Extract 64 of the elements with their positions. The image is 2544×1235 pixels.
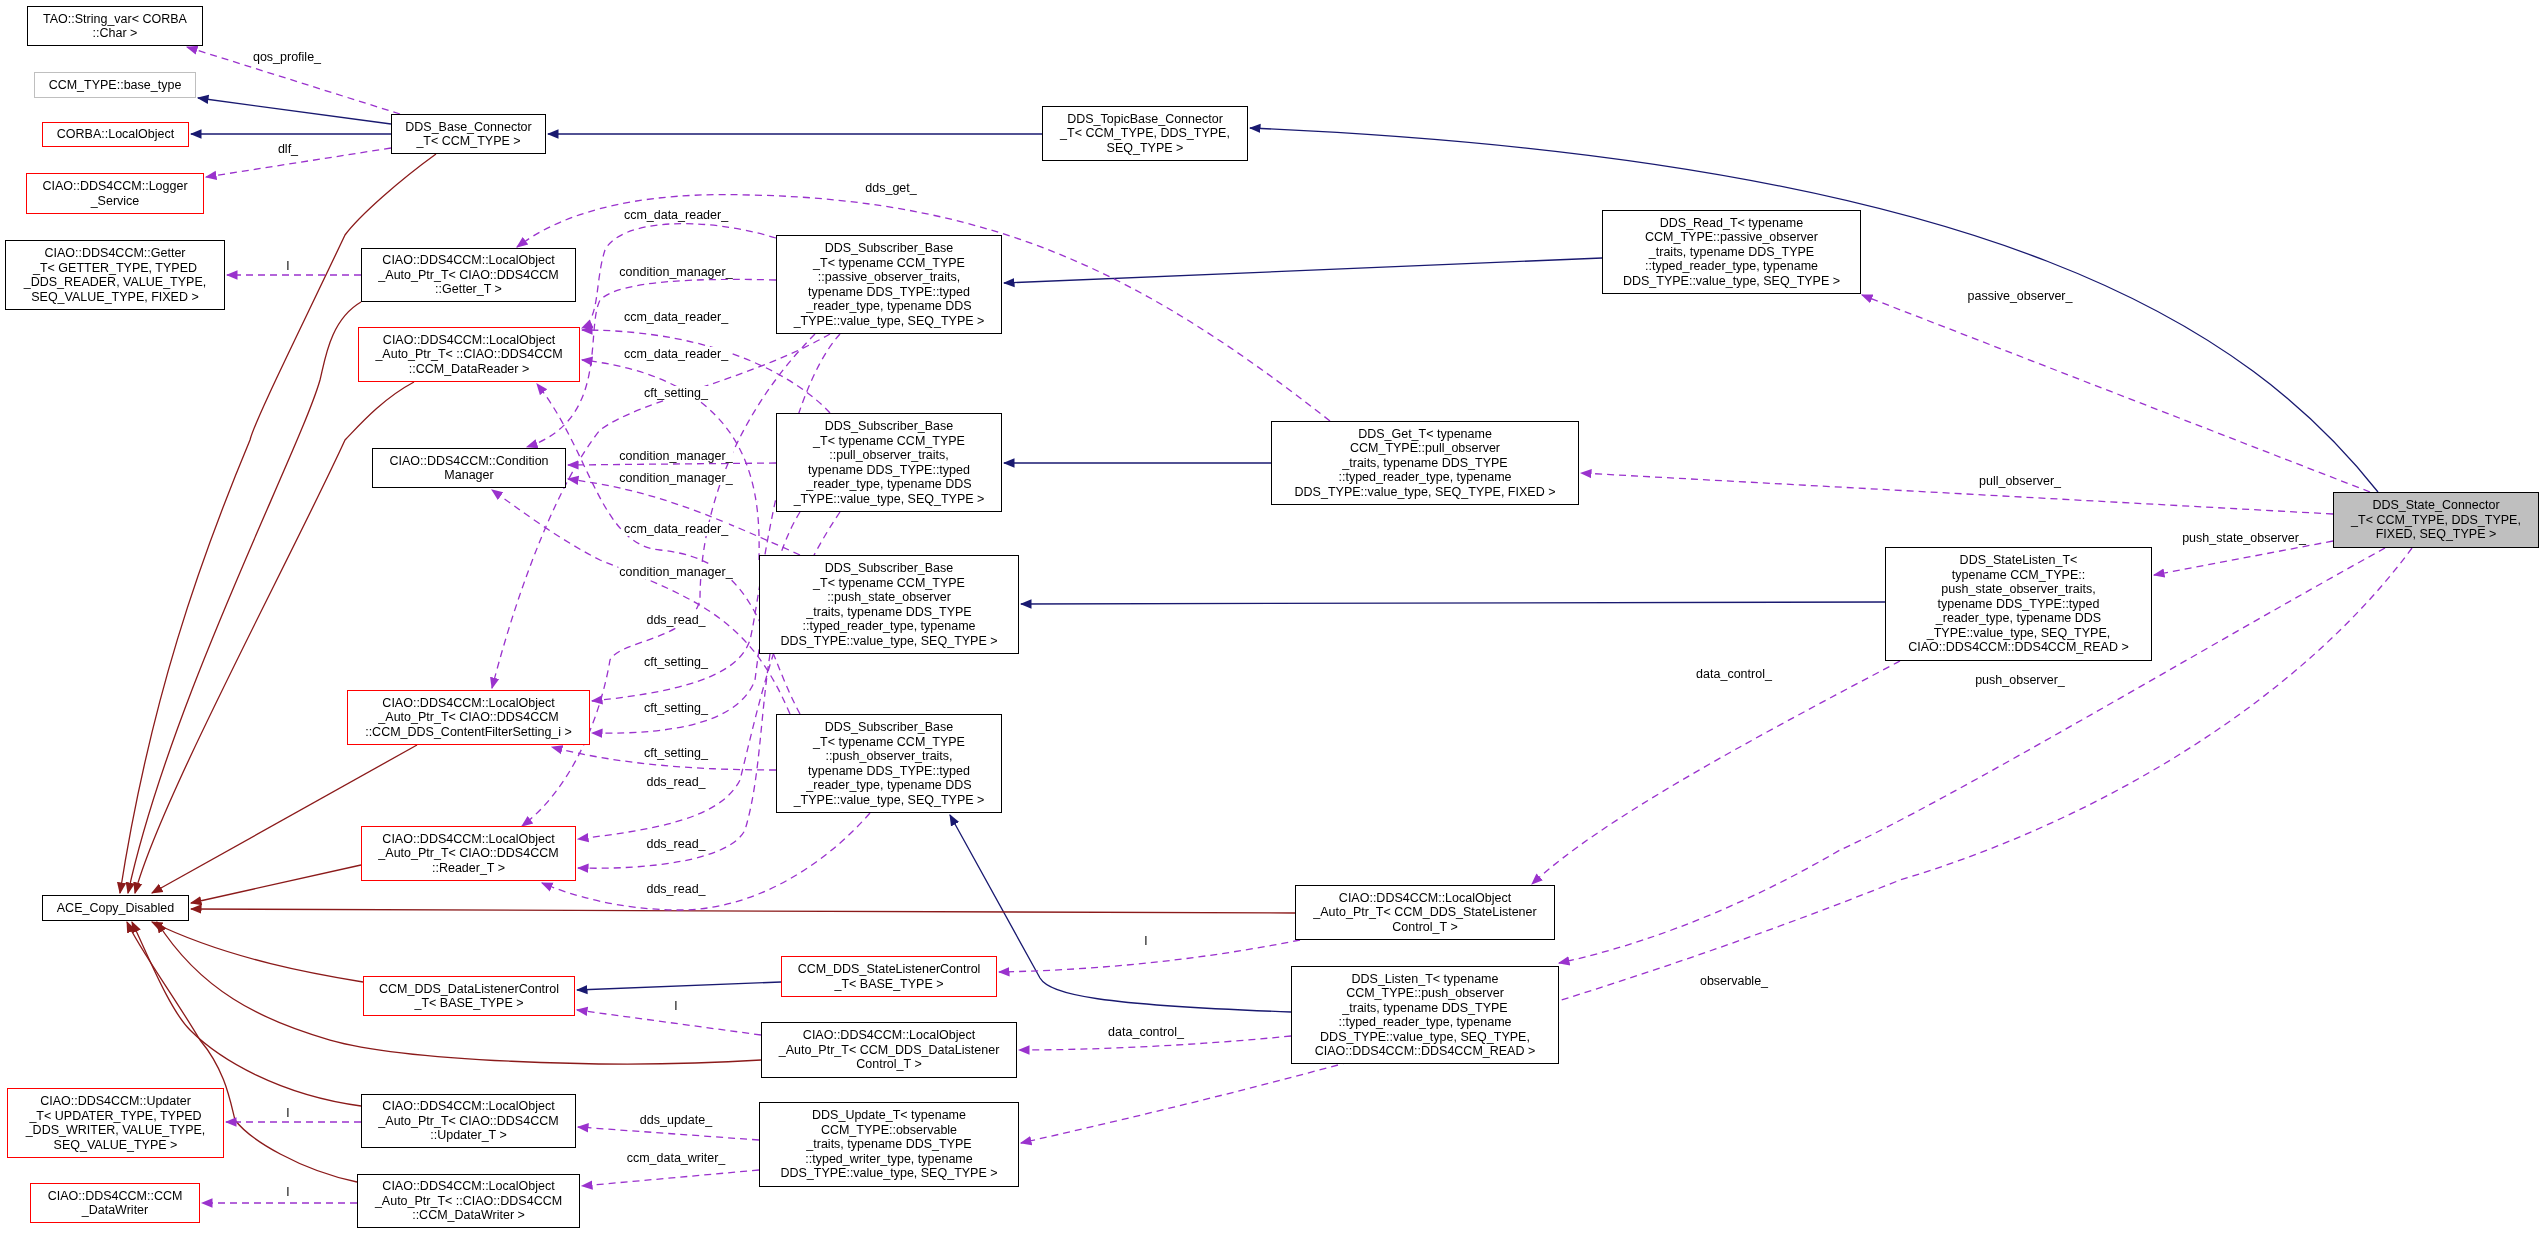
class-node[interactable]: CIAO::DDS4CCM::LocalObject _Auto_Ptr_T< CCM_DDS_StateListener Control_T > xyxy=(1295,885,1555,940)
class-node[interactable]: DDS_Subscriber_Base _T< typename CCM_TYPE ::push_state_observer _traits, typename DDS_TYPE ::typed_reader_type, typename DDS_TYPE::value_type, SEQ_TYPE > xyxy=(759,555,1019,654)
edge-label: l xyxy=(673,999,679,1013)
class-node[interactable]: CORBA::LocalObject xyxy=(42,122,189,147)
edge-label: cft_setting_ xyxy=(643,701,709,715)
edge-label: passive_observer_ xyxy=(1966,289,2074,303)
class-node[interactable]: CIAO::DDS4CCM::LocalObject _Auto_Ptr_T< ::CIAO::DDS4CCM ::CCM_DataReader > xyxy=(358,327,580,382)
class-node[interactable]: CCM_DDS_StateListenerControl _T< BASE_TYPE > xyxy=(781,956,997,997)
class-node[interactable]: CCM_DDS_DataListenerControl _T< BASE_TYPE > xyxy=(363,976,575,1016)
class-node[interactable]: DDS_StateListen_T< typename CCM_TYPE:: push_state_observer_traits, typename DDS_TYPE::typed _reader_type, typename DDS _TYPE::value_type, SEQ_TYPE, CIAO::DDS4CCM::DDS4CCM_READ > xyxy=(1885,547,2152,661)
class-node[interactable]: CCM_TYPE::base_type xyxy=(34,72,196,98)
class-node[interactable]: DDS_Read_T< typename CCM_TYPE::passive_observer _traits, typename DDS_TYPE ::typed_reader_type, typename DDS_TYPE::value_type, SEQ_TYPE > xyxy=(1602,210,1861,294)
class-node[interactable]: CIAO::DDS4CCM::Updater _T< UPDATER_TYPE, TYPED _DDS_WRITER, VALUE_TYPE, SEQ_VALUE_TYPE > xyxy=(7,1088,224,1158)
edge-label: l xyxy=(285,259,291,273)
edge-label: l xyxy=(285,1106,291,1120)
class-node[interactable]: DDS_Base_Connector _T< CCM_TYPE > xyxy=(391,114,546,154)
edge-label: ccm_data_reader_ xyxy=(622,347,730,361)
edge-label: pull_observer_ xyxy=(1978,474,2062,488)
edge-label: l xyxy=(285,1185,291,1199)
class-node[interactable]: ACE_Copy_Disabled xyxy=(42,895,189,921)
class-node[interactable]: DDS_Subscriber_Base _T< typename CCM_TYPE ::push_observer_traits, typename DDS_TYPE::typed _reader_type, typename DDS _TYPE::value_type, SEQ_TYPE > xyxy=(776,714,1002,813)
class-node[interactable]: DDS_Get_T< typename CCM_TYPE::pull_observer _traits, typename DDS_TYPE ::typed_reader_type, typename DDS_TYPE::value_type, SEQ_TYPE, FIXED > xyxy=(1271,421,1579,505)
edge-label: l xyxy=(1143,934,1149,948)
edge-label: condition_manager_ xyxy=(618,565,734,579)
edge-label: dds_read_ xyxy=(645,775,707,789)
edge-label: ccm_data_reader_ xyxy=(622,522,730,536)
edge-label: push_observer_ xyxy=(1974,673,2066,687)
edge-label: cft_setting_ xyxy=(643,746,709,760)
edge-label: cft_setting_ xyxy=(643,386,709,400)
edge-label: cft_setting_ xyxy=(643,655,709,669)
edge-label: qos_profile_ xyxy=(251,50,323,64)
edge-label: observable_ xyxy=(1698,974,1770,988)
edge-label: ccm_data_writer_ xyxy=(625,1151,727,1165)
edge-label: dds_read_ xyxy=(645,837,707,851)
edge-label: dds_get_ xyxy=(864,181,918,195)
class-node[interactable]: DDS_Update_T< typename CCM_TYPE::observable _traits, typename DDS_TYPE ::typed_writer_type, typename DDS_TYPE::value_type, SEQ_TYPE > xyxy=(759,1102,1019,1187)
class-node[interactable]: CIAO::DDS4CCM::LocalObject _Auto_Ptr_T< CCM_DDS_DataListener Control_T > xyxy=(761,1022,1017,1078)
class-node[interactable]: DDS_State_Connector _T< CCM_TYPE, DDS_TYPE, FIXED, SEQ_TYPE > xyxy=(2333,492,2539,548)
edge-label: dds_update_ xyxy=(638,1113,714,1127)
edge-label: condition_manager_ xyxy=(618,449,734,463)
class-node[interactable]: CIAO::DDS4CCM::LocalObject _Auto_Ptr_T< ::CIAO::DDS4CCM ::CCM_DataWriter > xyxy=(357,1174,580,1228)
edge-label: dlf_ xyxy=(276,142,300,156)
edge-label: ccm_data_reader_ xyxy=(622,310,730,324)
class-node[interactable]: CIAO::DDS4CCM::LocalObject _Auto_Ptr_T< CIAO::DDS4CCM ::Reader_T > xyxy=(361,826,576,881)
edge-label: push_state_observer_ xyxy=(2181,531,2307,545)
class-node[interactable]: CIAO::DDS4CCM::LocalObject _Auto_Ptr_T< CIAO::DDS4CCM ::Updater_T > xyxy=(361,1094,576,1148)
edge-label: condition_manager_ xyxy=(618,265,734,279)
class-node[interactable]: CIAO::DDS4CCM::LocalObject _Auto_Ptr_T< CIAO::DDS4CCM ::CCM_DDS_ContentFilterSetting_i > xyxy=(347,690,590,745)
class-node[interactable]: DDS_TopicBase_Connector _T< CCM_TYPE, DDS_TYPE, SEQ_TYPE > xyxy=(1042,106,1248,161)
class-node[interactable]: DDS_Listen_T< typename CCM_TYPE::push_observer _traits, typename DDS_TYPE ::typed_reader_type, typename DDS_TYPE::value_type, SEQ_TYPE, CIAO::DDS4CCM::DDS4CCM_READ > xyxy=(1291,966,1559,1064)
class-node[interactable]: CIAO::DDS4CCM::Logger _Service xyxy=(26,173,204,214)
edge-label: condition_manager_ xyxy=(618,471,734,485)
class-node[interactable]: CIAO::DDS4CCM::CCM _DataWriter xyxy=(30,1183,200,1223)
class-node[interactable]: TAO::String_var< CORBA ::Char > xyxy=(27,6,203,46)
class-node[interactable]: DDS_Subscriber_Base _T< typename CCM_TYPE ::pull_observer_traits, typename DDS_TYPE::typed _reader_type, typename DDS _TYPE::value_type, SEQ_TYPE > xyxy=(776,413,1002,512)
class-node[interactable]: DDS_Subscriber_Base _T< typename CCM_TYPE ::passive_observer_traits, typename DDS_TYPE::typed _reader_type, typename DDS _TYPE::value_type, SEQ_TYPE > xyxy=(776,235,1002,334)
class-node[interactable]: CIAO::DDS4CCM::Getter _T< GETTER_TYPE, TYPED _DDS_READER, VALUE_TYPE, SEQ_VALUE_TYPE, FIXED > xyxy=(5,240,225,310)
class-node[interactable]: CIAO::DDS4CCM::LocalObject _Auto_Ptr_T< CIAO::DDS4CCM ::Getter_T > xyxy=(361,248,576,302)
edge-label: dds_read_ xyxy=(645,613,707,627)
edge-label: data_control_ xyxy=(1107,1025,1185,1039)
class-node[interactable]: CIAO::DDS4CCM::Condition Manager xyxy=(372,448,566,488)
edge-label: ccm_data_reader_ xyxy=(622,208,730,222)
edge-label: dds_read_ xyxy=(645,882,707,896)
edge-label: data_control_ xyxy=(1695,667,1773,681)
